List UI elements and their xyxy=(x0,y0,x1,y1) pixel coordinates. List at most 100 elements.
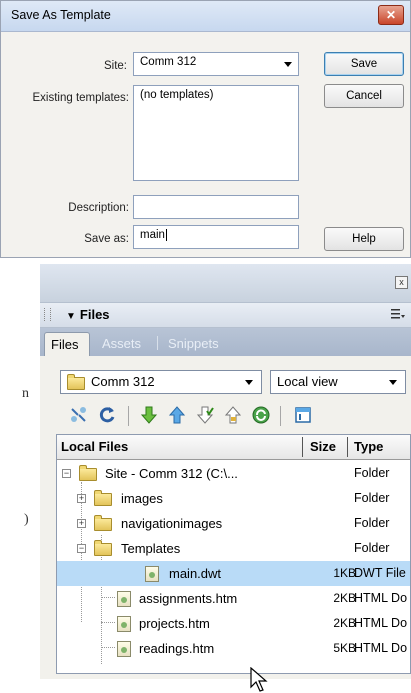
column-divider[interactable] xyxy=(347,437,348,457)
folder-icon xyxy=(94,540,112,556)
help-button[interactable]: Help xyxy=(324,227,404,251)
folder-icon xyxy=(79,465,97,481)
site-select-value: Comm 312 xyxy=(140,56,197,68)
file-name: images xyxy=(121,491,163,506)
connect-icon[interactable] xyxy=(68,405,90,427)
panel-title-label: Files xyxy=(79,307,110,322)
text-caret: ​ xyxy=(165,229,167,241)
check-in-icon[interactable] xyxy=(222,405,244,427)
dialog-title-bar[interactable]: Save As Template ✕ xyxy=(1,1,410,32)
close-icon[interactable]: x xyxy=(395,276,408,289)
panel-tabs: Files Assets Snippets xyxy=(40,328,411,356)
tab-assets[interactable]: Assets xyxy=(96,332,147,356)
file-type: HTML Do xyxy=(354,591,408,605)
file-size: 1KB xyxy=(333,566,356,580)
site-select[interactable]: Comm 312 xyxy=(133,52,299,76)
site-label: Site: xyxy=(103,60,127,72)
collapse-icon[interactable]: − xyxy=(77,544,86,553)
toolbar-separator xyxy=(128,406,129,426)
tab-snippets[interactable]: Snippets xyxy=(162,332,225,356)
site-dropdown[interactable]: Comm 312 xyxy=(60,370,262,394)
list-header: Local Files Size Type xyxy=(57,435,410,460)
panel-title[interactable]: ▼ Files xyxy=(66,307,110,322)
file-name: navigationimages xyxy=(121,516,223,531)
file-name: readings.htm xyxy=(139,641,215,656)
description-field[interactable] xyxy=(133,195,299,219)
save-as-label: Save as: xyxy=(84,233,129,245)
expand-icon[interactable]: + xyxy=(77,494,86,503)
list-item-main-dwt[interactable]: main.dwt 1KB DWT File xyxy=(57,561,410,586)
file-type: HTML Do xyxy=(354,616,408,630)
save-as-value: main xyxy=(140,229,165,241)
file-type: HTML Do xyxy=(354,641,408,655)
chevron-down-icon xyxy=(284,62,292,67)
file-name: main.dwt xyxy=(169,566,222,581)
list-item-assignments[interactable]: assignments.htm 2KB HTML Do xyxy=(57,586,410,611)
column-header-size[interactable]: Size xyxy=(310,439,336,454)
panel-dock-bar: x xyxy=(40,264,411,302)
file-size: 5KB xyxy=(333,641,356,655)
chevron-down-icon xyxy=(389,380,397,385)
view-dropdown-value: Local view xyxy=(277,374,338,389)
file-type: Folder xyxy=(354,491,390,505)
existing-templates-label: Existing templates: xyxy=(32,92,129,104)
html-file-icon xyxy=(117,616,131,632)
list-item-site-root[interactable]: − Site - Comm 312 (C:\... Folder xyxy=(57,461,410,486)
get-files-icon[interactable] xyxy=(138,405,160,427)
site-dropdown-value: Comm 312 xyxy=(91,374,155,389)
panel-options-menu-icon[interactable] xyxy=(391,309,405,319)
description-label: Description: xyxy=(68,202,129,214)
triangle-down-icon: ▼ xyxy=(66,311,76,322)
toolbar-separator xyxy=(280,406,281,426)
put-files-icon[interactable] xyxy=(166,405,188,427)
tab-divider xyxy=(157,336,158,350)
file-type: Folder xyxy=(354,466,390,480)
close-icon[interactable]: ✕ xyxy=(378,5,404,25)
drag-grip-icon[interactable] xyxy=(44,308,51,321)
list-item-images[interactable]: + images Folder xyxy=(57,486,410,511)
collapse-icon[interactable]: − xyxy=(62,469,71,478)
file-name: Templates xyxy=(121,541,181,556)
margin-text-fragment: n xyxy=(22,386,29,401)
folder-icon xyxy=(94,490,112,506)
file-size: 2KB xyxy=(333,616,356,630)
list-item-projects[interactable]: projects.htm 2KB HTML Do xyxy=(57,611,410,636)
column-header-type[interactable]: Type xyxy=(354,439,383,454)
check-out-icon[interactable] xyxy=(194,405,216,427)
expand-icon[interactable] xyxy=(292,405,314,427)
dialog-title: Save As Template xyxy=(11,8,111,22)
save-button[interactable]: Save xyxy=(324,52,404,76)
html-file-icon xyxy=(117,641,131,657)
existing-templates-item: (no templates) xyxy=(140,89,214,101)
file-name: Site - Comm 312 (C:\... xyxy=(105,466,238,481)
files-panel: x ▼ Files Files Assets Snippets Comm 312 … xyxy=(40,264,411,692)
list-item-templates[interactable]: − Templates Folder xyxy=(57,536,410,561)
margin-text-fragment: ) xyxy=(24,512,29,527)
tab-files[interactable]: Files xyxy=(44,332,90,356)
file-name: assignments.htm xyxy=(139,591,238,606)
html-file-icon xyxy=(117,591,131,607)
list-item-navigationimages[interactable]: + navigationimages Folder xyxy=(57,511,410,536)
mouse-pointer-icon xyxy=(250,667,268,692)
file-type: Folder xyxy=(354,541,390,555)
synchronize-icon[interactable] xyxy=(250,405,272,427)
save-as-template-dialog: Save As Template ✕ Site: Comm 312 Existi… xyxy=(0,0,411,258)
folder-icon xyxy=(94,515,112,531)
folder-icon xyxy=(67,374,85,390)
save-as-field[interactable]: main​ xyxy=(133,225,299,249)
file-size: 2KB xyxy=(333,591,356,605)
file-name: projects.htm xyxy=(139,616,210,631)
refresh-icon[interactable] xyxy=(96,405,118,427)
list-item-readings[interactable]: readings.htm 5KB HTML Do xyxy=(57,636,410,661)
local-files-list[interactable]: Local Files Size Type − Site - Comm 312 … xyxy=(56,434,411,674)
cancel-button[interactable]: Cancel xyxy=(324,84,404,108)
view-dropdown[interactable]: Local view xyxy=(270,370,406,394)
panel-header[interactable]: ▼ Files xyxy=(40,302,411,328)
template-file-icon xyxy=(145,566,159,582)
column-header-local-files[interactable]: Local Files xyxy=(61,439,128,454)
expand-icon[interactable]: + xyxy=(77,519,86,528)
file-type: Folder xyxy=(354,516,390,530)
column-divider[interactable] xyxy=(302,437,303,457)
existing-templates-list[interactable]: (no templates) xyxy=(133,85,299,181)
file-type: DWT File xyxy=(354,566,406,580)
